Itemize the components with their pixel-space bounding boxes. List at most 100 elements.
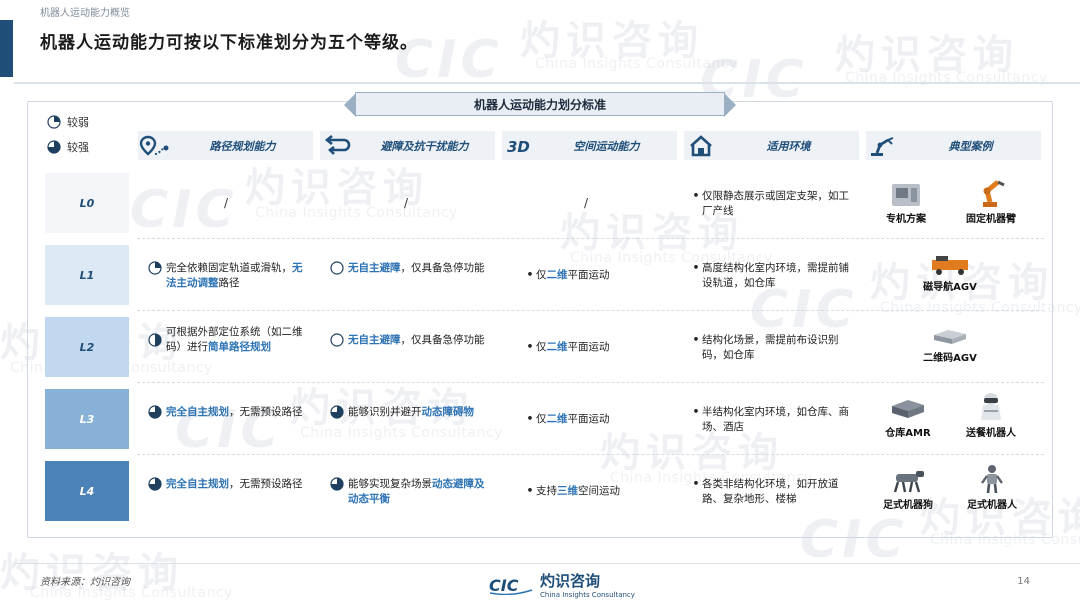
watermark-cn: 灼识咨询 (835, 32, 1019, 78)
header-divider (14, 82, 1080, 84)
text-segment: 支持 (536, 485, 557, 497)
text-segment: 仅 (536, 269, 547, 281)
quarter-pie-icon (148, 261, 162, 275)
text-segment: 仅 (536, 413, 547, 425)
humanoid-robot-icon (981, 465, 1003, 494)
home-icon (690, 134, 712, 156)
col-head-path: 路径规划能力 (138, 131, 313, 160)
highlight-text: 完全自主规划 (166, 406, 229, 418)
case-item: 送餐机器人 (958, 392, 1024, 439)
row-divider (137, 454, 1044, 455)
level-tile-l2: L2 (45, 317, 129, 377)
env-cell: • 仅限静态展示或固定支架，如工厂产线 (690, 189, 850, 219)
case-item: 足式机器狗 (872, 466, 944, 511)
bullet-dot: • (692, 478, 700, 490)
path-cell: 完全自主规划，无需预设路径 (148, 477, 308, 492)
env-text: 各类非结构化环境，如开放道路、复杂地形、楼梯 (702, 478, 839, 505)
legend-weak-label: 较弱 (67, 116, 89, 129)
bullet-dot: • (692, 334, 700, 346)
text-segment: 空间运动 (578, 485, 620, 497)
level-label: L1 (79, 268, 95, 282)
space-text: 支持三维空间运动 (536, 484, 674, 499)
case-label: 磁导航AGV (923, 282, 977, 293)
path-cell-empty: / (224, 196, 229, 210)
env-cell: • 半结构化室内环境，如仓库、商场、酒店 (690, 405, 850, 435)
env-cell: • 结构化场景，需提前布设识别码，如仓库 (690, 333, 850, 363)
qr-agv-icon (934, 330, 966, 344)
case-item: 磁导航AGV (905, 254, 995, 293)
space-cell: • 仅二维平面运动 (524, 412, 674, 427)
legend-strong-label: 较强 (67, 141, 89, 154)
panel-title: 机器人运动能力划分标准 (344, 92, 736, 117)
three-quarter-pie-icon (330, 405, 344, 419)
industrial-arm-icon (983, 180, 1005, 207)
path-text: 完全自主规划，无需预设路径 (166, 477, 308, 492)
col-head-cases: 典型案例 (866, 131, 1041, 160)
bullet-dot: • (692, 190, 700, 202)
avoid-text: 无自主避障，仅具备急停功能 (348, 333, 490, 348)
legend-weak: 较弱 (47, 114, 89, 130)
case-label: 专机方案 (886, 214, 926, 225)
avoid-cell: 能够识别并避开动态障碍物 (330, 405, 490, 420)
avoid-cell: 无自主避障，仅具备急停功能 (330, 333, 490, 348)
space-cell-empty: / (584, 196, 589, 210)
robot-dog-icon (893, 471, 924, 493)
level-label: L3 (79, 412, 95, 426)
col-head-env-label: 适用环境 (766, 139, 811, 153)
env-text: 高度结构化室内环境，需提前铺设轨道，如仓库 (702, 262, 849, 289)
footer-logo: CIC 灼识咨询 China Insights Consultancy (488, 570, 635, 599)
path-cell: 完全自主规划，无需预设路径 (148, 405, 308, 420)
highlight-text: 动态障碍物 (421, 406, 475, 418)
source-note: 资料来源：灼识咨询 (40, 577, 130, 588)
row-divider (137, 310, 1044, 311)
level-label: L2 (79, 340, 95, 354)
case-item: 固定机器臂 (958, 176, 1024, 225)
delivery-robot-icon (981, 393, 1001, 420)
text-segment: 路径 (218, 277, 240, 289)
cic-logo-icon: CIC (489, 576, 533, 595)
three-quarter-pie-icon (47, 140, 61, 154)
highlight-text: 三维 (557, 485, 578, 497)
avoid-cell: 能够实现复杂场景动态避障及动态平衡 (330, 477, 490, 507)
avoid-text: 无自主避障，仅具备急停功能 (348, 261, 490, 276)
text-segment: 能够识别并避开 (348, 406, 422, 418)
section-accent-bar (0, 20, 13, 77)
highlight-text: 二维 (546, 413, 568, 425)
text-segment: 完全依赖固定轨道或滑轨， (166, 262, 292, 274)
level-label: L4 (79, 484, 95, 498)
case-item: 仓库AMR (877, 396, 939, 439)
path-cell: 可根据外部定位系统（如二维码）进行简单路径规划 (148, 325, 308, 355)
level-label: L0 (79, 196, 95, 210)
bullet-dot: • (526, 269, 534, 281)
magnetic-agv-icon (932, 256, 968, 275)
bullet-dot: • (692, 262, 700, 274)
case-item: 专机方案 (878, 180, 934, 225)
quarter-pie-icon (47, 115, 61, 129)
level-tile-l0: L0 (45, 173, 129, 233)
route-pin-icon (139, 135, 169, 156)
avoid-cell: 无自主避障，仅具备急停功能 (330, 261, 490, 276)
path-text: 完全自主规划，无需预设路径 (166, 405, 308, 420)
footer-logo-en: China Insights Consultancy (540, 591, 635, 599)
panel-title-text: 机器人运动能力划分标准 (473, 97, 606, 112)
col-head-env: 适用环境 (684, 131, 859, 160)
empty-pie-icon (330, 333, 344, 347)
svg-text:CIC: CIC (489, 576, 519, 595)
text-segment: ，无需预设路径 (229, 478, 303, 490)
avoid-text: 能够实现复杂场景动态避障及动态平衡 (348, 477, 490, 507)
col-head-space: 3D 空间运动能力 (502, 131, 677, 160)
path-text: 可根据外部定位系统（如二维码）进行简单路径规划 (166, 325, 308, 355)
highlight-text: 无自主避障 (348, 334, 401, 346)
footer-divider (14, 563, 1080, 564)
highlight-text: 完全自主规划 (166, 478, 229, 490)
row-divider (137, 382, 1044, 383)
section-label: 机器人运动能力概览 (40, 8, 130, 19)
space-cell: • 支持三维空间运动 (524, 484, 674, 499)
env-text: 仅限静态展示或固定支架，如工厂产线 (702, 190, 849, 217)
amr-robot-icon (892, 400, 924, 418)
text-segment: 能够实现复杂场景 (348, 478, 432, 490)
level-tile-l4: L4 (45, 461, 129, 521)
footer-logo-cn: 灼识咨询 (540, 572, 601, 590)
highlight-text: 二维 (546, 341, 568, 353)
space-text: 仅二维平面运动 (536, 268, 674, 283)
